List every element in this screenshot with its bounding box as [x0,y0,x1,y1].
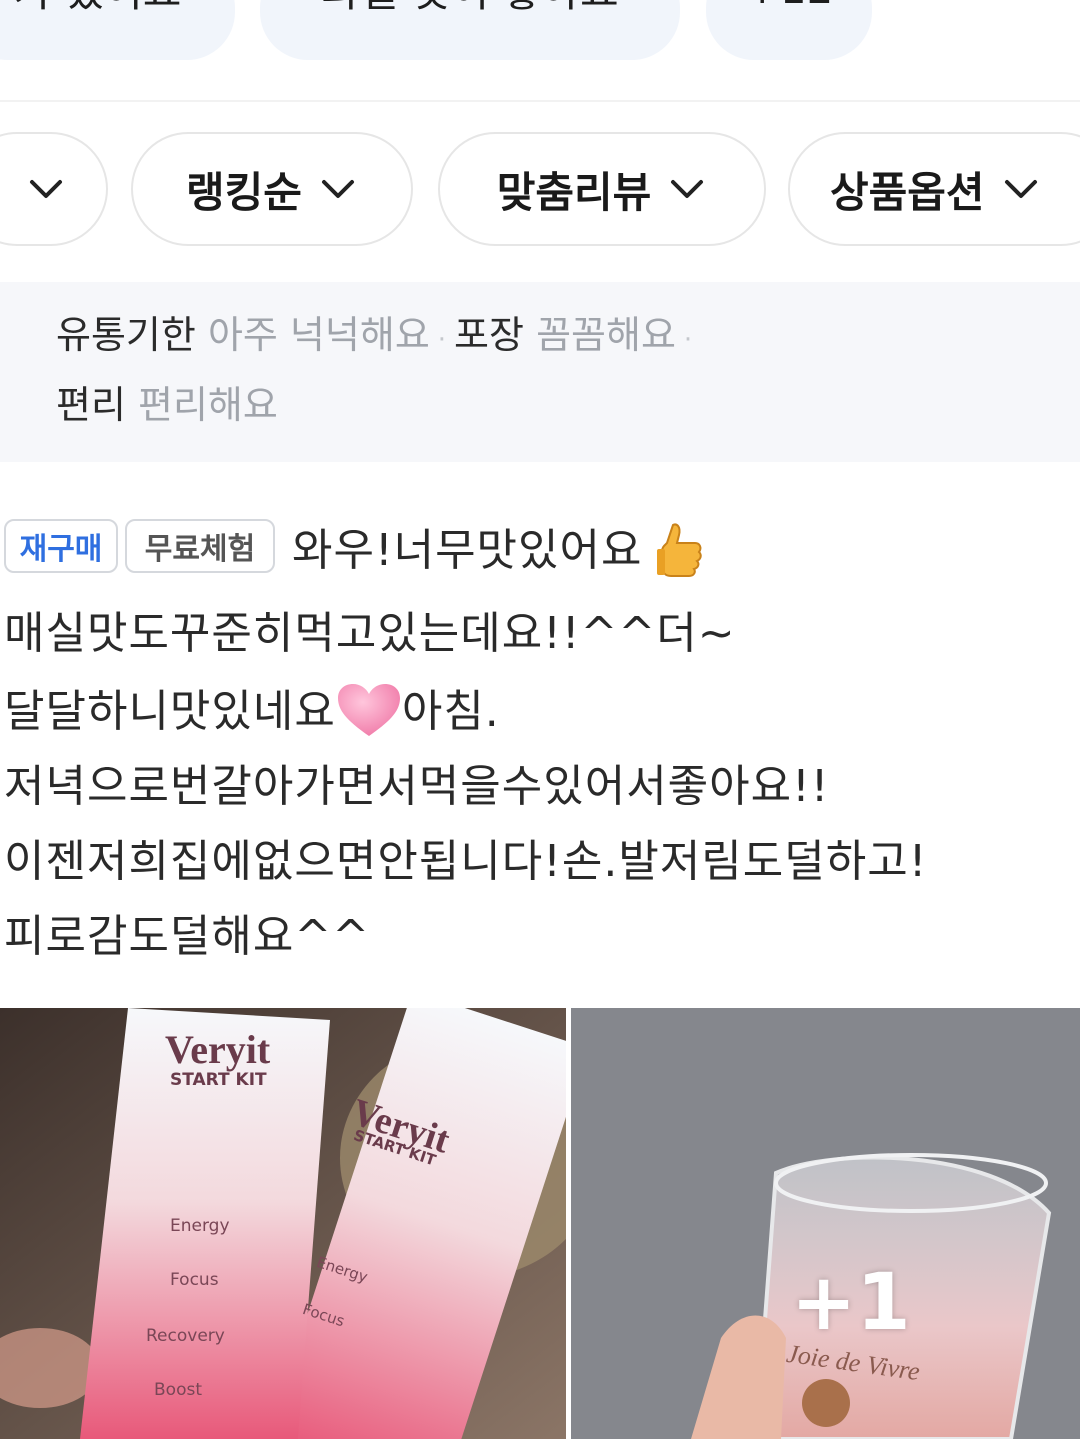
review-text: 달달하니맛있네요 [4,686,336,737]
filter-product-option[interactable]: 상품옵션 [788,132,1080,246]
review-photo-1[interactable]: Veryit START KIT Energy Focus Recovery B… [0,1008,566,1439]
chevron-down-icon [1004,180,1037,198]
summary-key: 편리 [56,383,126,427]
review-text-line: 저녁으로번갈아가면서먹을수있어서좋아요!! [4,750,829,814]
summary-value: 아주 넉넉해요 [207,313,430,357]
keyword-chip[interactable]: 과일 맛이 좋아요 [260,0,680,60]
summary-separator: · [683,325,693,355]
summary-key: 유통기한 [56,313,196,357]
divider [0,100,1080,102]
review-text-line: 와우!너무맛있어요 [292,514,703,578]
kit-item: Focus [170,1270,219,1290]
review-summary-box: 유통기한 아주 넉넉해요 · 포장 꼼꼼해요 · 편리 편리해요 [0,282,1080,462]
chevron-down-icon [30,180,62,198]
badge-free-trial-label: 무료체험 [144,532,256,567]
filter-ranking-label: 랭킹순 [186,167,302,217]
review-text: 아침. [401,686,500,737]
kit-box-image [0,1008,566,1439]
pink-heart-icon [337,684,400,736]
review-text-line: 이젠저희집에없으면안됩니다!손.발저림도덜하고! [4,825,927,889]
kit-brand: Veryit [165,1027,271,1072]
badge-repurchase: 재구매 [4,519,118,573]
review-text: 저녁으로번갈아가면서먹을수있어서좋아요!! [4,761,830,812]
review-text: 이젠저희집에없으면안됩니다!손.발저림도덜하고! [4,836,928,887]
kit-item: Energy [170,1216,230,1236]
keyword-chip[interactable]: 가 있어요 [0,0,235,60]
chevron-down-icon [671,180,704,198]
filter-custom-review-label: 맞춤리뷰 [496,167,652,217]
summary-line: 유통기한 아주 넉넉해요 · 포장 꼼꼼해요 · [56,304,700,359]
review-text: 와우!너무맛있어요 [292,525,643,576]
kit-item: Recovery [146,1326,225,1346]
review-text: 피로감도덜해요^^ [4,911,371,962]
kit-item: Boost [154,1380,202,1400]
review-text-line: 피로감도덜해요^^ [4,900,370,964]
filter-product-option-label: 상품옵션 [830,167,985,217]
review-text-line: 달달하니맛있네요 아침. [4,675,500,739]
kit-subtitle: START KIT [170,1070,267,1090]
filter-chip-first[interactable] [0,132,108,246]
filter-custom-review[interactable]: 맞춤리뷰 [438,132,766,246]
summary-value: 편리해요 [138,383,278,427]
keyword-chip-label: +12 [745,0,834,13]
keyword-chip-label: 가 있어요 [14,0,182,19]
badge-repurchase-label: 재구매 [19,532,103,567]
keyword-chip-label: 과일 맛이 좋아요 [321,0,618,19]
chevron-down-icon [321,180,354,198]
badge-free-trial: 무료체험 [125,519,275,573]
keyword-chip-more[interactable]: +12 [706,0,872,60]
summary-line: 편리 편리해요 [56,374,278,429]
review-text-line: 매실맛도꾸준히먹고있는데요!!^^더~ [4,597,736,661]
filter-ranking[interactable]: 랭킹순 [131,132,413,246]
summary-separator: · [437,325,447,355]
review-photo-2[interactable]: +1 Joie de Vivre [571,1008,1080,1439]
review-text: 매실맛도꾸준히먹고있는데요!!^^더~ [4,608,736,659]
thumbs-up-icon [657,523,703,577]
summary-value: 꼼꼼해요 [536,313,676,357]
more-photos-count: +1 [791,1258,911,1348]
summary-key: 포장 [454,313,524,357]
